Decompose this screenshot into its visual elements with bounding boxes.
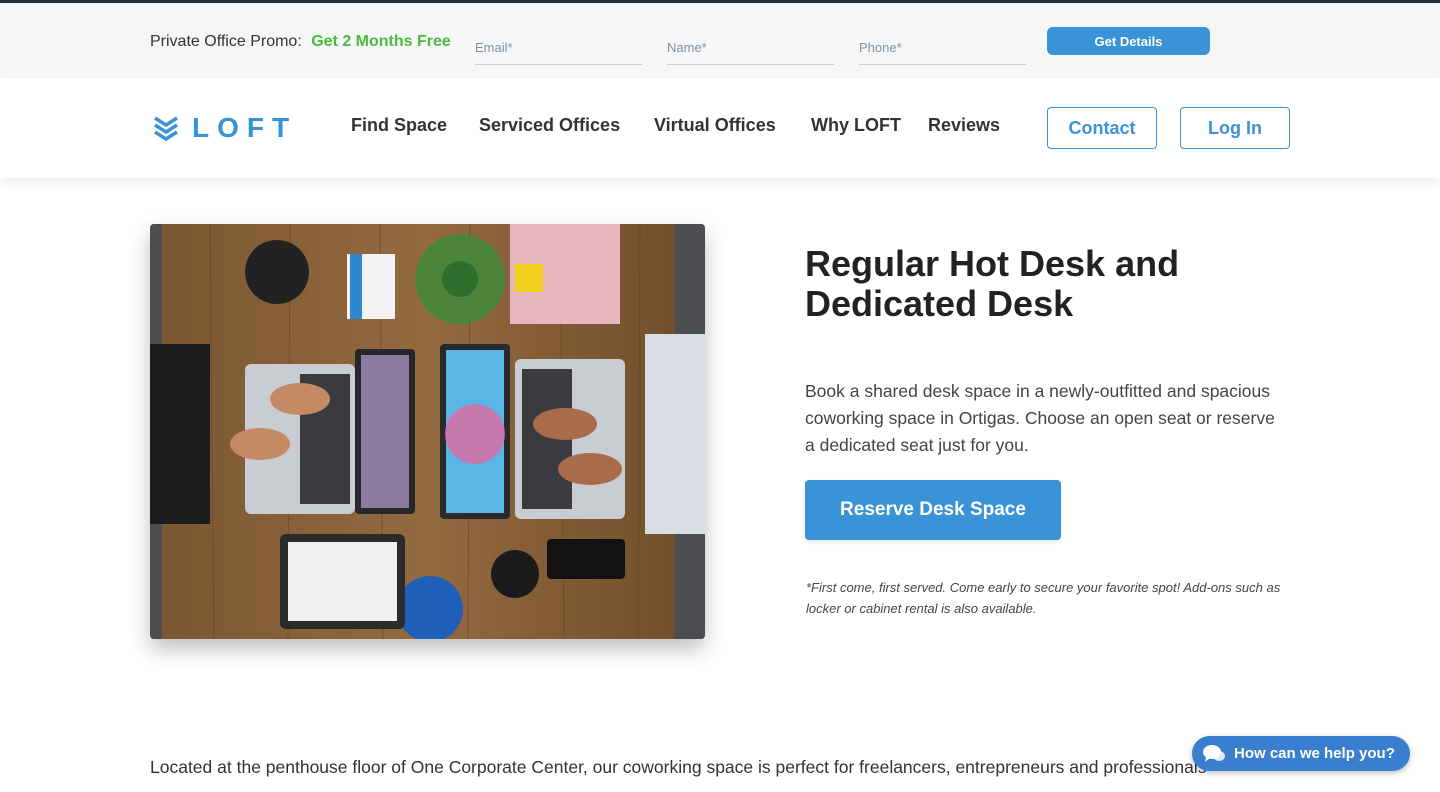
chevrons-down-icon [154, 116, 178, 141]
promo-label: Private Office Promo: [150, 33, 302, 50]
chat-widget[interactable]: How can we help you? [1192, 736, 1410, 771]
nav-serviced-offices[interactable]: Serviced Offices [479, 115, 620, 136]
nav-reviews[interactable]: Reviews [928, 115, 1000, 136]
chat-bubbles-icon [1203, 744, 1225, 762]
get-details-button[interactable]: Get Details [1047, 27, 1210, 55]
hero-description: Book a shared desk space in a newly-outf… [805, 381, 1275, 455]
nav-find-space[interactable]: Find Space [351, 115, 447, 136]
email-field-wrapper [475, 31, 642, 65]
hero-note: *First come, first served. Come early to… [806, 580, 1281, 616]
name-field-wrapper [667, 31, 834, 65]
main-nav: LOFT Find Space Serviced Offices Virtual… [0, 78, 1440, 178]
logo[interactable]: LOFT [152, 112, 297, 144]
chat-label: How can we help you? [1234, 745, 1395, 762]
nav-virtual-offices[interactable]: Virtual Offices [654, 115, 776, 136]
coworking-desk-photo [150, 224, 705, 639]
phone-field[interactable] [859, 31, 1026, 59]
hero-image [150, 224, 705, 639]
name-field[interactable] [667, 31, 834, 59]
login-button[interactable]: Log In [1180, 107, 1290, 149]
promo-bar: Private Office Promo: Get 2 Months Free … [0, 0, 1440, 78]
intro-text: Located at the penthouse floor of One Co… [150, 757, 1207, 777]
nav-why-loft[interactable]: Why LOFT [811, 115, 901, 136]
logo-text: LOFT [192, 112, 298, 143]
page-title: Regular Hot Desk and Dedicated Desk [805, 243, 1180, 324]
promo-text: Private Office Promo: Get 2 Months Free [150, 33, 451, 51]
promo-highlight: Get 2 Months Free [311, 33, 451, 50]
email-field[interactable] [475, 31, 642, 59]
contact-button[interactable]: Contact [1047, 107, 1157, 149]
reserve-desk-button[interactable]: Reserve Desk Space [805, 480, 1061, 540]
phone-field-wrapper [859, 31, 1026, 65]
